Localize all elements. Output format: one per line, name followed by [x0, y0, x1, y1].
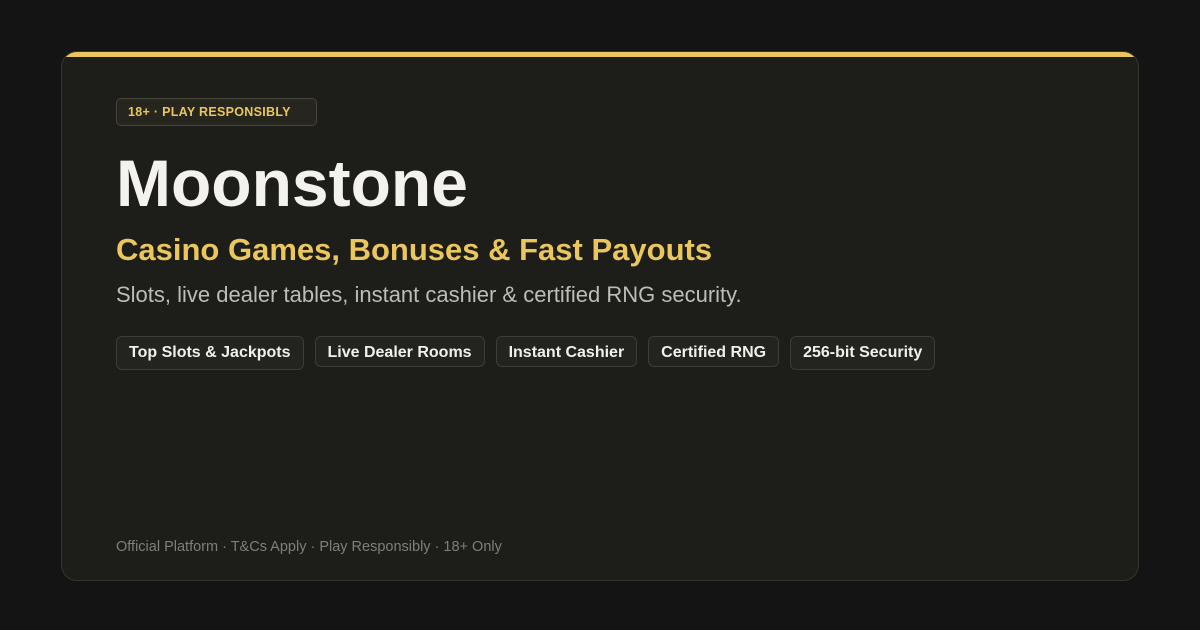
- accent-bar: [62, 52, 1138, 57]
- feature-tags: Top Slots & Jackpots Live Dealer Rooms I…: [116, 336, 936, 370]
- footer-disclaimer: Official Platform · T&Cs Apply · Play Re…: [116, 539, 502, 555]
- page-subtitle: Casino Games, Bonuses & Fast Payouts: [116, 232, 713, 267]
- page-title: Moonstone: [116, 146, 468, 220]
- feature-tag-security: 256-bit Security: [790, 336, 936, 370]
- feature-tag-rng: Certified RNG: [648, 336, 780, 367]
- feature-tag-cashier: Instant Cashier: [495, 336, 638, 367]
- age-badge: 18+ · PLAY RESPONSIBLY: [116, 98, 317, 126]
- page-description: Slots, live dealer tables, instant cashi…: [116, 282, 742, 307]
- feature-tag-live-dealer: Live Dealer Rooms: [314, 336, 485, 367]
- hero-card: 18+ · PLAY RESPONSIBLY Moonstone Casino …: [61, 51, 1139, 581]
- feature-tag-slots: Top Slots & Jackpots: [116, 336, 304, 370]
